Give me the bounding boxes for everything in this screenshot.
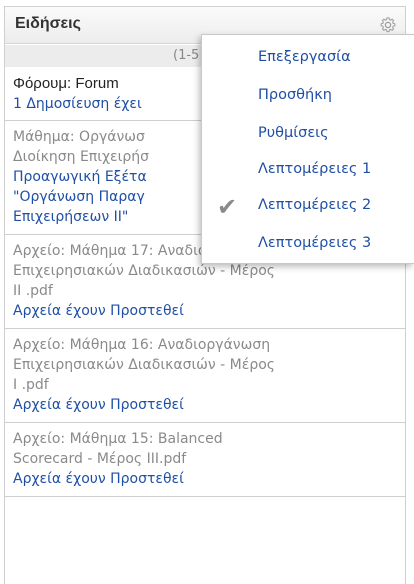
news-text: Αρχείο: Μάθημα 15: Balanced (13, 431, 223, 447)
news-link[interactable]: Αρχεία έχουν Προστεθεί (13, 301, 397, 321)
news-text: Scorecard - Μέρος III.pdf (13, 451, 187, 467)
news-text: Αρχείο: Μάθημα 16: Αναδιοργάνωση (13, 337, 271, 353)
panel-title: Ειδήσεις (15, 15, 81, 32)
news-link[interactable]: Αρχεία έχουν Προστεθεί (13, 469, 397, 489)
menu-item-label: Λεπτομέρειες 3 (258, 235, 372, 251)
gear-icon[interactable] (379, 16, 397, 34)
menu-item-label: Λεπτομέρειες 2 (258, 197, 372, 213)
menu-item-5[interactable]: ✔ Λεπτομέρειες 2 (202, 189, 414, 225)
menu-item-2[interactable]: Προσθήκη (202, 79, 414, 115)
menu-item-label: Προσθήκη (258, 87, 332, 103)
news-item: Αρχείο: Μάθημα 16: Αναδιοργάνωση Επιχειρη… (5, 329, 405, 423)
menu-item-label: Ρυθμίσεις (258, 125, 329, 141)
menu-item-6[interactable]: Λεπτομέρειες 3 (202, 227, 414, 263)
menu-item-4[interactable]: Λεπτομέρειες 1 (202, 153, 414, 189)
news-text: I .pdf (13, 377, 49, 393)
news-text: Επιχειρησιακών Διαδικασιών - Μέρος (13, 263, 275, 279)
options-dropdown-menu: Επεξεργασία Προσθήκη Ρυθμίσεις Λεπτομέρειες… (201, 34, 414, 264)
menu-item-label: Λεπτομέρειες 1 (258, 161, 372, 177)
menu-item-3[interactable]: Ρυθμίσεις (202, 117, 414, 153)
news-item: Αρχείο: Μάθημα 15: Balanced Scorecard - Μ… (5, 423, 405, 497)
pager-text: (1-5 (173, 48, 200, 63)
news-link[interactable]: Αρχεία έχουν Προστεθεί (13, 395, 397, 415)
news-text: II .pdf (13, 283, 53, 299)
menu-item-1[interactable]: Επεξεργασία (202, 41, 414, 77)
menu-item-label: Επεξεργασία (258, 49, 351, 65)
news-text: Επιχειρησιακών Διαδικασιών - Μέρος (13, 357, 275, 373)
checkmark-icon: ✔ (217, 193, 238, 221)
